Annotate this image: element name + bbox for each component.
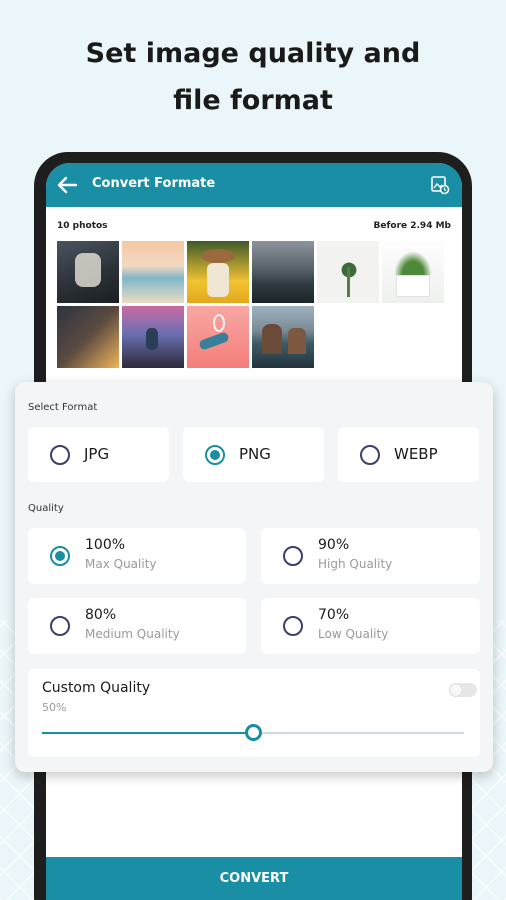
quality-section-label: Quality: [28, 503, 64, 514]
quality-slider-fill: [42, 732, 253, 734]
quality-value: 70%: [318, 607, 350, 623]
quality-value: 90%: [318, 537, 350, 553]
quality-70-radio[interactable]: [283, 616, 303, 636]
app-bar: Convert Formate: [46, 163, 462, 207]
photo-count: 10 photos: [57, 221, 108, 231]
convert-button[interactable]: CONVERT: [46, 857, 462, 900]
format-label: PNG: [239, 445, 271, 463]
promo-headline: Set image quality and file format: [0, 30, 506, 124]
promo-line-1: Set image quality and: [85, 38, 421, 69]
promo-line-2: file format: [173, 85, 333, 116]
photo-thumbnail[interactable]: [122, 241, 184, 303]
webp-radio[interactable]: [360, 445, 380, 465]
format-label: WEBP: [394, 445, 438, 463]
quality-value: 80%: [85, 607, 117, 623]
quality-slider-thumb[interactable]: [244, 724, 262, 741]
toggle-knob: [450, 684, 462, 696]
png-radio[interactable]: [205, 445, 225, 465]
quality-option-90[interactable]: 90% High Quality: [261, 528, 480, 584]
quality-100-radio[interactable]: [50, 546, 70, 566]
photo-thumbnail[interactable]: [122, 306, 184, 368]
photo-thumbnail[interactable]: [252, 241, 314, 303]
custom-quality-title: Custom Quality: [42, 680, 151, 696]
app-title: Convert Formate: [92, 176, 216, 191]
format-option-jpg[interactable]: JPG: [28, 427, 169, 482]
custom-quality-toggle[interactable]: [449, 683, 477, 697]
jpg-radio[interactable]: [50, 445, 70, 465]
arrow-left-icon[interactable]: [56, 175, 78, 195]
quality-option-100[interactable]: 100% Max Quality: [28, 528, 246, 584]
quality-caption: Low Quality: [318, 627, 389, 641]
format-section-label: Select Format: [28, 402, 98, 413]
quality-option-80[interactable]: 80% Medium Quality: [28, 598, 246, 654]
quality-option-70[interactable]: 70% Low Quality: [261, 598, 480, 654]
photo-thumbnail[interactable]: [187, 241, 249, 303]
quality-caption: Max Quality: [85, 557, 157, 571]
photo-thumbnail[interactable]: [57, 306, 119, 368]
quality-80-radio[interactable]: [50, 616, 70, 636]
format-label: JPG: [84, 445, 110, 463]
format-option-webp[interactable]: WEBP: [338, 427, 479, 482]
custom-quality-value: 50%: [42, 701, 67, 714]
photo-thumbnail[interactable]: [382, 241, 444, 303]
quality-caption: High Quality: [318, 557, 393, 571]
settings-card: Select Format JPG PNG WEBP Quality 100% …: [15, 382, 493, 772]
photo-thumbnail[interactable]: [187, 306, 249, 368]
quality-value: 100%: [85, 537, 126, 553]
photo-thumbnail[interactable]: [252, 306, 314, 368]
custom-quality-panel: Custom Quality 50%: [28, 669, 480, 757]
image-history-icon[interactable]: [430, 175, 450, 195]
photo-thumbnail[interactable]: [317, 241, 379, 303]
size-before: Before 2.94 Mb: [373, 221, 451, 231]
format-option-png[interactable]: PNG: [183, 427, 324, 482]
quality-caption: Medium Quality: [85, 627, 180, 641]
photo-grid: [57, 241, 451, 368]
quality-90-radio[interactable]: [283, 546, 303, 566]
photo-thumbnail[interactable]: [57, 241, 119, 303]
